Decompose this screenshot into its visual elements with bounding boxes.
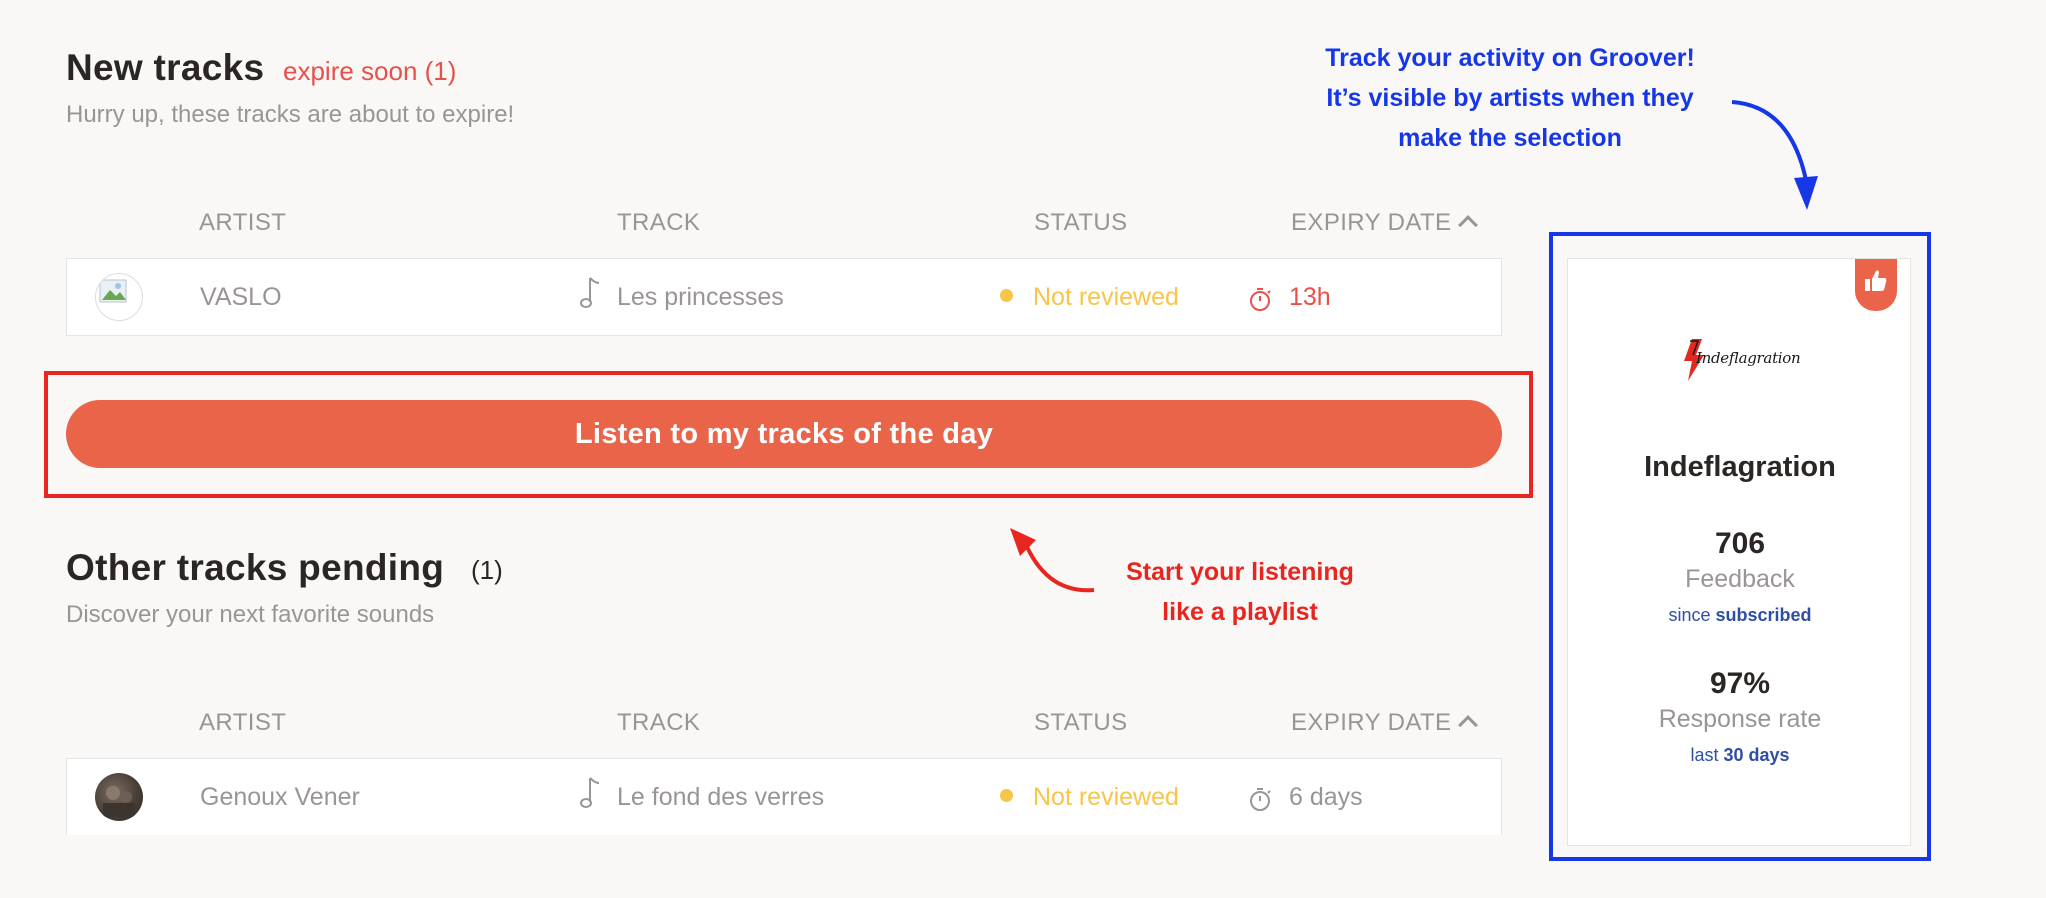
status: Not reviewed (1000, 783, 1179, 812)
expiry-time: 13h (1289, 283, 1331, 311)
pending-tracks-subtitle: Discover your next favorite sounds (66, 601, 435, 628)
curved-arrow-red-icon (1010, 528, 1095, 593)
status: Not reviewed (1000, 283, 1179, 312)
expire-soon-note: expire soon (1) (283, 56, 457, 86)
response-rate-label: Response rate (1658, 705, 1822, 733)
feedback-label: Feedback (1685, 565, 1795, 593)
expiry-time: 6 days (1289, 783, 1363, 811)
track-title[interactable]: Le fond des verres (617, 783, 824, 812)
feedback-note-strong: subscribed (1715, 605, 1812, 625)
listening-annotation: Start your listening like a playlist (1094, 552, 1386, 632)
response-rate-value: 97% (1709, 667, 1771, 700)
pending-count: (1) (471, 555, 503, 585)
column-header-status[interactable]: STATUS (1034, 709, 1128, 737)
new-tracks-title: New tracks (66, 47, 265, 88)
column-header-artist[interactable]: ARTIST (199, 209, 286, 237)
column-header-track[interactable]: TRACK (617, 209, 700, 237)
response-note-strong: 30 days (1723, 745, 1790, 765)
response-note-prefix: last (1690, 745, 1719, 765)
track-title[interactable]: Les princesses (617, 283, 784, 312)
column-header-track[interactable]: TRACK (617, 709, 700, 737)
listening-annotation-line-1: Start your listening (1126, 558, 1354, 586)
activity-annotation: Track your activity on Groover! It’s vis… (1280, 38, 1740, 158)
status-label: Not reviewed (1033, 783, 1179, 811)
broken-image-icon (99, 279, 127, 303)
chevron-up-icon (1458, 215, 1479, 235)
table-row[interactable]: VASLO Les princesses Not reviewed 13h (66, 258, 1502, 336)
activity-annotation-line-2: It’s visible by artists when they (1326, 84, 1694, 112)
expiry-date-label: EXPIRY DATE (1291, 209, 1452, 236)
listening-annotation-line-2: like a playlist (1162, 598, 1318, 626)
thumbs-up-icon (1865, 270, 1887, 291)
curved-arrow-blue-icon (1731, 100, 1818, 210)
stopwatch-icon (1247, 784, 1273, 821)
feedback-note: since subscribed (1568, 605, 1912, 626)
artist-name[interactable]: Genoux Vener (200, 783, 360, 812)
stopwatch-icon (1247, 284, 1273, 321)
column-header-expiry-date[interactable]: EXPIRY DATE (1291, 709, 1479, 737)
status-dot-icon (1000, 288, 1013, 302)
new-tracks-subtitle: Hurry up, these tracks are about to expi… (66, 101, 515, 128)
music-note-icon (577, 275, 603, 318)
chevron-up-icon (1458, 715, 1479, 735)
artist-name[interactable]: VASLO (200, 283, 282, 312)
new-tracks-table-header: ARTIST TRACK STATUS EXPIRY DATE (0, 209, 1500, 245)
activity-annotation-line-3: make the selection (1398, 124, 1622, 152)
feedback-count: 706 (1714, 527, 1766, 560)
status-label: Not reviewed (1033, 283, 1179, 311)
listen-tracks-of-day-button[interactable]: Listen to my tracks of the day (66, 400, 1502, 468)
response-rate-note: last 30 days (1568, 745, 1912, 766)
status-dot-icon (1000, 788, 1013, 802)
badge (1855, 259, 1897, 311)
artist-profile-name[interactable]: Indeflagration (1568, 451, 1912, 484)
pending-tracks-table-header: ARTIST TRACK STATUS EXPIRY DATE (0, 709, 1500, 745)
column-header-status[interactable]: STATUS (1034, 209, 1128, 237)
column-header-expiry-date[interactable]: EXPIRY DATE (1291, 209, 1479, 237)
column-header-artist[interactable]: ARTIST (199, 709, 286, 737)
expiry-date-label: EXPIRY DATE (1291, 709, 1452, 736)
artist-avatar (95, 773, 143, 821)
music-note-icon (577, 775, 603, 818)
table-row[interactable]: Genoux Vener Le fond des verres Not revi… (66, 758, 1502, 835)
artist-logo: Indeflagration (1678, 331, 1802, 387)
feedback-note-prefix: since (1668, 605, 1711, 625)
logo-wordmark: Indeflagration (1696, 349, 1801, 367)
profile-card: Indeflagration Indeflagration 706 Feedba… (1567, 258, 1911, 846)
activity-annotation-line-1: Track your activity on Groover! (1325, 44, 1695, 72)
pending-tracks-title: Other tracks pending (66, 547, 445, 588)
artist-avatar (95, 273, 143, 321)
